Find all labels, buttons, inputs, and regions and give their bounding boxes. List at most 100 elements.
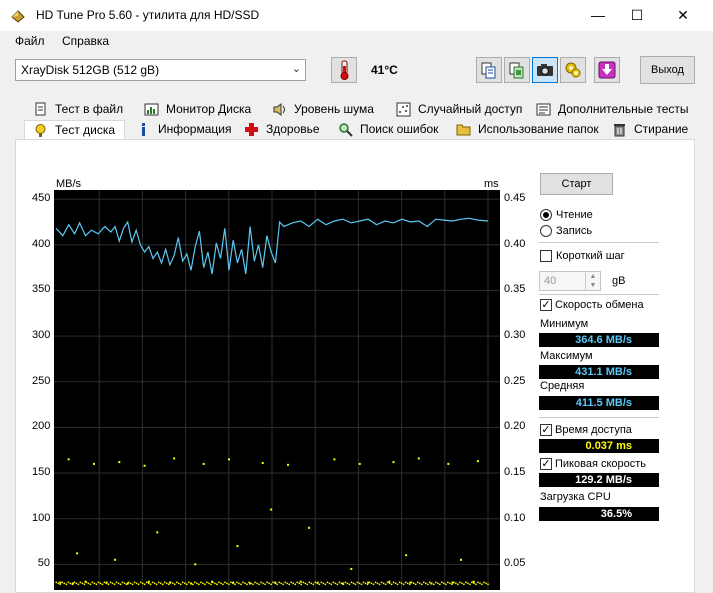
access-time-point (272, 581, 274, 584)
tab-info[interactable]: Информация (128, 120, 231, 139)
access-time-point (107, 583, 110, 586)
access-time-point (447, 581, 449, 584)
access-time-point (433, 583, 435, 586)
access-time-point (133, 581, 136, 584)
access-time-point (212, 581, 214, 584)
access-time-point (270, 508, 273, 511)
access-time-point (123, 582, 126, 585)
drive-select[interactable]: XrayDisk 512GB (512 gB) ⌄ (15, 59, 306, 81)
access-time-point (222, 583, 224, 586)
access-time-point (61, 581, 64, 584)
temperature-button[interactable] (331, 57, 357, 83)
tab-noise-level[interactable]: Уровень шума (264, 100, 382, 119)
access-time-point (487, 583, 489, 586)
access-time-point (200, 581, 202, 584)
access-time-point (412, 582, 415, 585)
start-button[interactable]: Старт (540, 173, 613, 195)
access-time-point (473, 582, 475, 585)
burst-rate-checkbox[interactable]: ✓ (540, 458, 552, 470)
tab-error-scan[interactable]: Поиск ошибок (330, 120, 448, 139)
transfer-rate-checkbox[interactable]: ✓ (540, 299, 552, 311)
tab-extra-tests[interactable]: Дополнительные тесты (528, 100, 694, 119)
access-time-label: Время доступа (555, 424, 632, 436)
access-time-point (316, 582, 319, 585)
screenshot-button[interactable] (532, 57, 558, 83)
copy-info-button[interactable] (476, 57, 502, 83)
access-time-point (400, 582, 403, 585)
save-button[interactable] (594, 57, 620, 83)
menu-file[interactable]: Файл (15, 34, 45, 48)
access-time-point (414, 583, 417, 586)
options-button[interactable] (560, 57, 586, 83)
access-time-point (274, 582, 276, 585)
maximize-button[interactable]: ☐ (614, 0, 660, 31)
tab-label: Стирание (634, 122, 689, 136)
access-time-point (465, 581, 467, 584)
thermometer-icon (340, 60, 349, 80)
tab-label: Дополнительные тесты (558, 102, 689, 116)
avg-value: 411.5 MB/s (539, 396, 659, 410)
exit-button[interactable]: Выход (640, 56, 695, 84)
benchmark-chart (54, 190, 500, 590)
access-time-point (292, 582, 294, 585)
access-time-point (208, 582, 210, 585)
tab-benchmark[interactable]: Тест диска (24, 120, 125, 140)
access-time-point (65, 583, 68, 586)
short-step-label: Короткий шаг (556, 250, 625, 262)
access-time-point (254, 581, 256, 584)
access-time-point (250, 582, 252, 585)
y-axis-right-unit: ms (484, 178, 499, 190)
tab-random-access[interactable]: Случайный доступ (388, 100, 522, 119)
step-size-stepper[interactable]: 40 ▲ ▼ (539, 271, 601, 291)
read-radio[interactable] (540, 209, 552, 221)
write-radio[interactable] (540, 225, 552, 237)
access-time-point (67, 581, 70, 584)
access-time-point (156, 531, 159, 534)
avg-label: Средняя (540, 380, 585, 392)
access-time-point (228, 583, 230, 586)
short-step-checkbox[interactable] (540, 250, 552, 262)
tab-health[interactable]: Здоровье (236, 120, 326, 139)
close-button[interactable]: ✕ (660, 0, 706, 31)
hd-tune-logo-icon (11, 10, 25, 23)
access-time-point (252, 583, 254, 586)
access-time-point (330, 583, 333, 586)
tab-file-benchmark[interactable]: Тест в файл (25, 100, 131, 119)
access-time-point (416, 581, 419, 584)
access-time-point (131, 583, 134, 586)
tab-label: Использование папок (478, 122, 599, 136)
access-time-point (194, 563, 197, 566)
access-time-point (333, 458, 336, 461)
tab-disk-monitor[interactable]: Монитор Диска (136, 100, 256, 119)
max-label: Максимум (540, 350, 593, 362)
disk-monitor-icon (144, 103, 159, 116)
access-time-point (141, 582, 144, 585)
copy-screenshot-icon (509, 62, 524, 79)
access-time-point (300, 583, 302, 586)
access-time-point (402, 583, 405, 586)
info-icon (142, 123, 145, 136)
access-time-point (441, 581, 443, 584)
y-tick-label-right: 0.15 (504, 466, 526, 479)
access-time-point (129, 582, 132, 585)
access-time-point (286, 582, 288, 585)
y-tick-label-right: 0.25 (504, 374, 526, 387)
access-time-point (99, 582, 102, 585)
access-time-point (334, 582, 337, 585)
chart-plot (54, 190, 500, 590)
tab-erase[interactable]: Стирание (604, 120, 694, 139)
access-time-point (386, 581, 389, 584)
max-value: 431.1 MB/s (539, 365, 659, 379)
access-time-point (63, 582, 66, 585)
access-time-point (362, 581, 365, 584)
menu-help[interactable]: Справка (62, 34, 109, 48)
access-time-point (332, 581, 335, 584)
access-time-checkbox[interactable]: ✓ (540, 424, 552, 436)
tab-folder-usage[interactable]: Использование папок (448, 120, 603, 139)
copy-screenshot-button[interactable] (504, 57, 530, 83)
speaker-icon (273, 103, 285, 116)
access-time-point (461, 582, 463, 585)
stepper-arrows-icon[interactable]: ▲ ▼ (585, 272, 600, 290)
access-time-point (137, 583, 140, 586)
y-tick-label-left: 450 (32, 192, 51, 205)
